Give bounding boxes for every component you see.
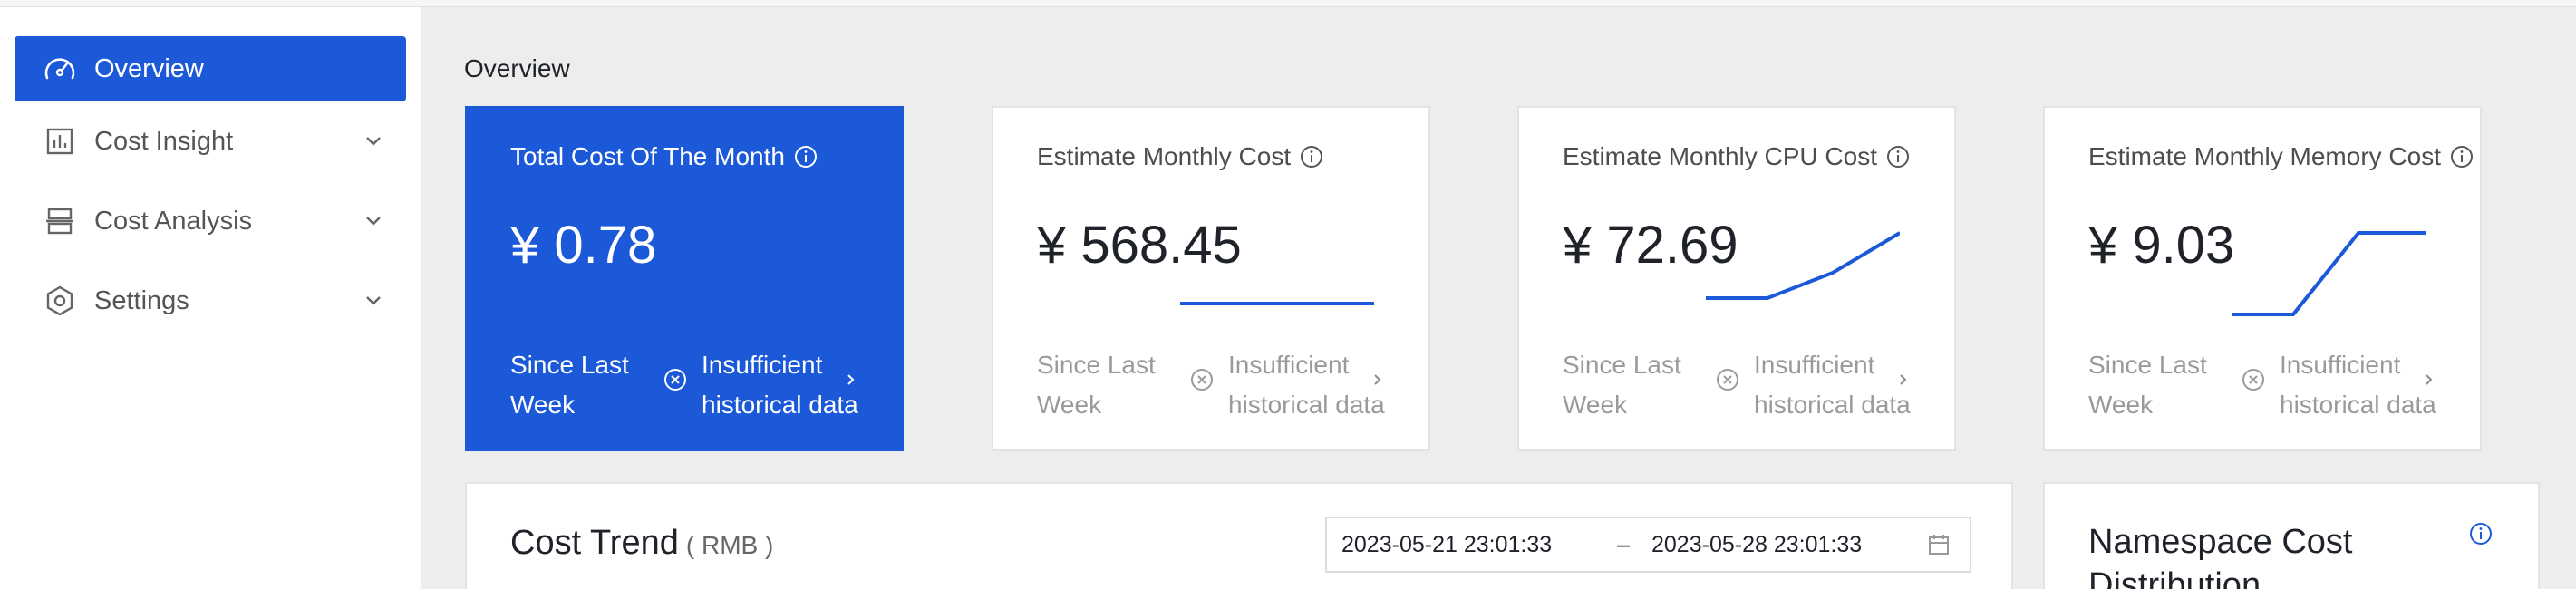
chevron-down-icon xyxy=(366,217,381,226)
sidebar-item-cost-analysis[interactable]: Cost Analysis xyxy=(15,188,406,254)
info-icon[interactable] xyxy=(2469,522,2493,546)
close-circle-icon xyxy=(664,369,686,391)
cost-trend-title: Cost Trend( RMB ) xyxy=(510,524,774,562)
sidebar-item-label: Cost Analysis xyxy=(94,206,253,236)
chevron-right-icon[interactable] xyxy=(1370,367,1385,392)
card-value: ¥ 0.78 xyxy=(510,216,657,275)
end-date[interactable]: 2023-05-28 23:01:33 xyxy=(1651,532,1862,558)
since-last-week-label: Since Last Week xyxy=(2088,351,2207,419)
since-last-week-label: Since Last Week xyxy=(510,351,629,419)
info-icon[interactable] xyxy=(794,145,818,169)
date-range-picker[interactable]: 2023-05-21 23:01:33 – 2023-05-28 23:01:3… xyxy=(1325,517,1971,573)
total-cost-card[interactable]: Total Cost Of The Month ¥ 0.78 Since Las… xyxy=(465,106,904,451)
sidebar-item-label: Cost Insight xyxy=(94,126,234,156)
chevron-right-icon[interactable] xyxy=(1896,367,1911,392)
card-title: Estimate Monthly Cost xyxy=(1037,142,1323,171)
settings-hexagon-icon xyxy=(42,283,78,319)
status-text: Insufficient historical data xyxy=(1228,351,1385,419)
status-text: Insufficient historical data xyxy=(2280,351,2436,419)
chevron-right-icon[interactable] xyxy=(2422,367,2436,392)
sidebar-item-settings[interactable]: Settings xyxy=(15,268,406,333)
estimate-monthly-memory-cost-card[interactable]: Estimate Monthly Memory Cost ¥ 9.03 Sinc… xyxy=(2043,106,2482,451)
info-icon[interactable] xyxy=(1300,145,1323,169)
info-icon[interactable] xyxy=(2450,145,2474,169)
estimate-monthly-cpu-cost-card[interactable]: Estimate Monthly CPU Cost ¥ 72.69 Since … xyxy=(1517,106,1956,451)
info-icon[interactable] xyxy=(1886,145,1910,169)
namespace-cost-title: Namespace Cost Distribution xyxy=(2088,523,2353,589)
namespace-cost-panel: Namespace Cost Distribution xyxy=(2043,482,2540,589)
start-date[interactable]: 2023-05-21 23:01:33 xyxy=(1341,532,1552,558)
estimate-monthly-cost-card[interactable]: Estimate Monthly Cost ¥ 568.45 Since Las… xyxy=(992,106,1430,451)
close-circle-icon xyxy=(1191,369,1213,391)
dashboard-icon xyxy=(42,51,78,87)
close-circle-icon xyxy=(2242,369,2264,391)
cost-trend-panel: Cost Trend( RMB ) 2023-05-21 23:01:33 – … xyxy=(465,482,2013,589)
analysis-icon xyxy=(42,203,78,239)
chevron-right-icon[interactable] xyxy=(844,367,858,392)
card-title: Estimate Monthly CPU Cost xyxy=(1563,142,1910,171)
date-separator: – xyxy=(1617,531,1630,557)
sidebar: Overview Cost Insight Cost Analysis Sett… xyxy=(0,7,421,589)
page-title: Overview xyxy=(464,54,570,82)
currency-unit: ( RMB ) xyxy=(685,531,774,559)
card-title: Estimate Monthly Memory Cost xyxy=(2088,142,2474,171)
sidebar-item-label: Overview xyxy=(94,53,204,83)
sparkline-chart xyxy=(1706,231,1900,300)
close-circle-icon xyxy=(1717,369,1738,391)
bar-chart-icon xyxy=(42,123,78,159)
sparkline-chart xyxy=(1180,302,1374,305)
calendar-icon[interactable] xyxy=(1926,532,1951,557)
chevron-down-icon xyxy=(366,137,381,146)
sidebar-item-label: Settings xyxy=(94,285,189,315)
chevron-down-icon xyxy=(366,296,381,305)
sidebar-item-overview[interactable]: Overview xyxy=(15,36,406,101)
since-last-week-label: Since Last Week xyxy=(1563,351,1681,419)
top-border xyxy=(0,0,2576,7)
card-title: Total Cost Of The Month xyxy=(510,142,818,171)
card-value: ¥ 9.03 xyxy=(2088,216,2235,275)
sidebar-item-cost-insight[interactable]: Cost Insight xyxy=(15,109,406,174)
sparkline-chart xyxy=(2232,231,2426,316)
since-last-week-label: Since Last Week xyxy=(1037,351,1156,419)
status-text: Insufficient historical data xyxy=(702,351,858,419)
status-text: Insufficient historical data xyxy=(1754,351,1911,419)
